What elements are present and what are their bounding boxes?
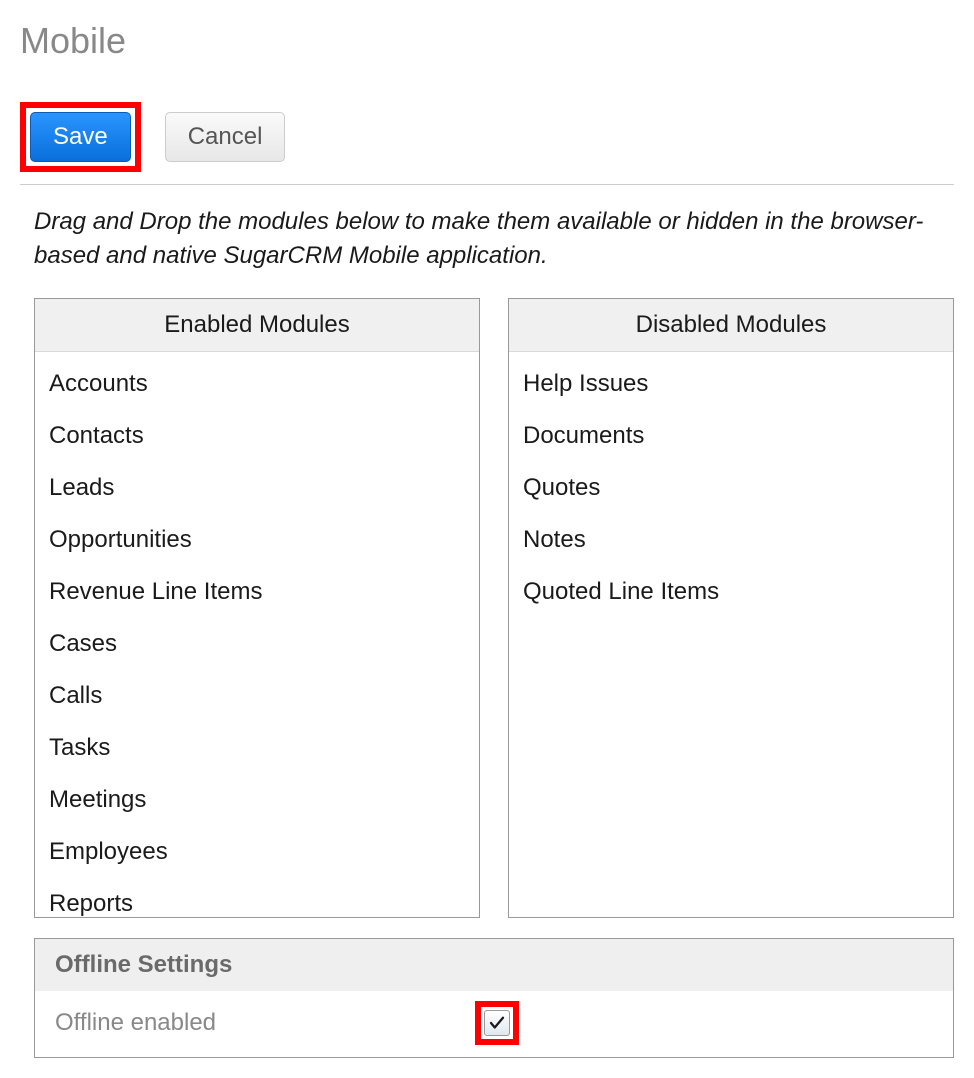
instructions-text: Drag and Drop the modules below to make … <box>34 205 954 272</box>
page-title: Mobile <box>20 20 954 62</box>
offline-enabled-label: Offline enabled <box>55 1009 475 1037</box>
offline-enabled-row: Offline enabled <box>35 991 953 1057</box>
save-button[interactable]: Save <box>30 112 131 162</box>
module-item[interactable]: Notes <box>519 514 943 566</box>
module-item[interactable]: Employees <box>45 826 469 878</box>
enabled-modules-panel: Enabled Modules AccountsContactsLeadsOpp… <box>34 298 480 918</box>
module-item[interactable]: Help Issues <box>519 358 943 410</box>
divider <box>20 184 954 185</box>
module-item[interactable]: Documents <box>519 410 943 462</box>
module-item[interactable]: Leads <box>45 462 469 514</box>
enabled-modules-list[interactable]: AccountsContactsLeadsOpportunitiesRevenu… <box>35 352 479 917</box>
module-item[interactable]: Tasks <box>45 722 469 774</box>
module-item[interactable]: Quoted Line Items <box>519 566 943 618</box>
disabled-modules-header: Disabled Modules <box>509 299 953 352</box>
save-highlight: Save <box>20 102 141 172</box>
checkmark-icon <box>488 1014 506 1032</box>
action-buttons: Save Cancel <box>20 102 954 172</box>
module-item[interactable]: Opportunities <box>45 514 469 566</box>
offline-checkbox-highlight <box>475 1001 519 1045</box>
offline-settings-header: Offline Settings <box>35 939 953 991</box>
module-item[interactable]: Contacts <box>45 410 469 462</box>
offline-enabled-checkbox[interactable] <box>484 1010 510 1036</box>
module-item[interactable]: Cases <box>45 618 469 670</box>
offline-settings-panel: Offline Settings Offline enabled <box>34 938 954 1058</box>
cancel-button[interactable]: Cancel <box>165 112 286 162</box>
module-item[interactable]: Calls <box>45 670 469 722</box>
disabled-modules-panel: Disabled Modules Help IssuesDocumentsQuo… <box>508 298 954 918</box>
enabled-modules-header: Enabled Modules <box>35 299 479 352</box>
module-item[interactable]: Meetings <box>45 774 469 826</box>
module-item[interactable]: Reports <box>45 878 469 917</box>
disabled-modules-list[interactable]: Help IssuesDocumentsQuotesNotesQuoted Li… <box>509 352 953 917</box>
module-panels: Enabled Modules AccountsContactsLeadsOpp… <box>34 298 954 918</box>
module-item[interactable]: Quotes <box>519 462 943 514</box>
module-item[interactable]: Revenue Line Items <box>45 566 469 618</box>
module-item[interactable]: Accounts <box>45 358 469 410</box>
